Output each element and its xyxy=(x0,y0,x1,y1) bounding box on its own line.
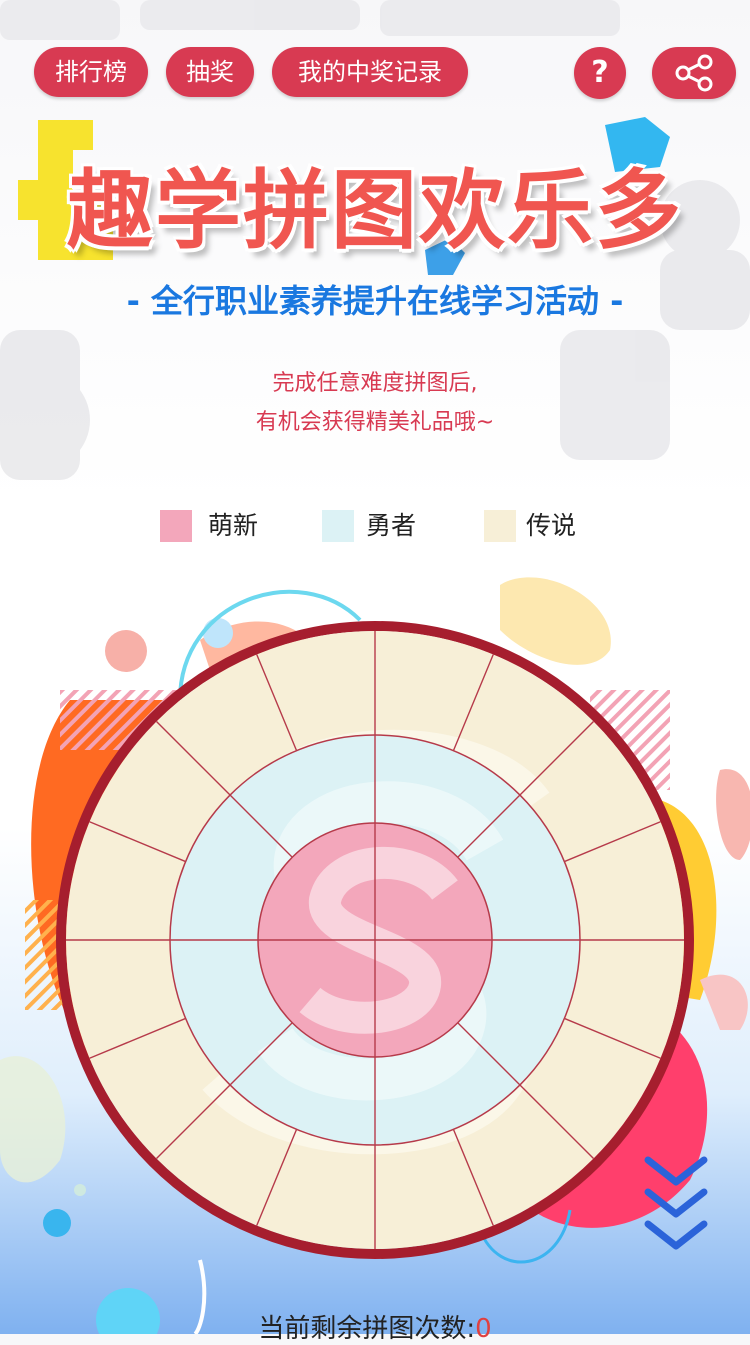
legend-swatch-beginner xyxy=(160,510,192,542)
legend-swatch-brave xyxy=(322,510,354,542)
help-button[interactable]: ? xyxy=(574,47,626,99)
legend-swatch-legend xyxy=(484,510,516,542)
legend-label-beginner: 萌新 xyxy=(208,511,259,540)
legend-label-brave: 勇者 xyxy=(366,511,417,540)
remaining-attempts-count: 0 xyxy=(475,1314,492,1344)
scroll-down-icon[interactable] xyxy=(640,1150,712,1270)
share-icon xyxy=(675,54,713,92)
description-line-2: 有机会获得精美礼品哦~ xyxy=(255,410,495,435)
page-subtitle: - 全行职业素养提升在线学习活动 - xyxy=(126,282,624,320)
puzzle-wheel xyxy=(56,621,694,1259)
legend-label-legend: 传说 xyxy=(526,511,577,540)
my-prize-records-button[interactable]: 我的中奖记录 xyxy=(272,47,468,97)
share-button[interactable] xyxy=(652,47,736,99)
ranking-button[interactable]: 排行榜 xyxy=(34,47,148,97)
help-icon: ? xyxy=(591,55,609,90)
page-title: 趣学拼图欢乐多 xyxy=(67,161,683,261)
lottery-button[interactable]: 抽奖 xyxy=(166,47,254,97)
remaining-attempts: 当前剩余拼图次数:0 xyxy=(0,1308,750,1345)
description-line-1: 完成任意难度拼图后, xyxy=(272,371,478,396)
remaining-attempts-label: 当前剩余拼图次数: xyxy=(258,1314,476,1344)
